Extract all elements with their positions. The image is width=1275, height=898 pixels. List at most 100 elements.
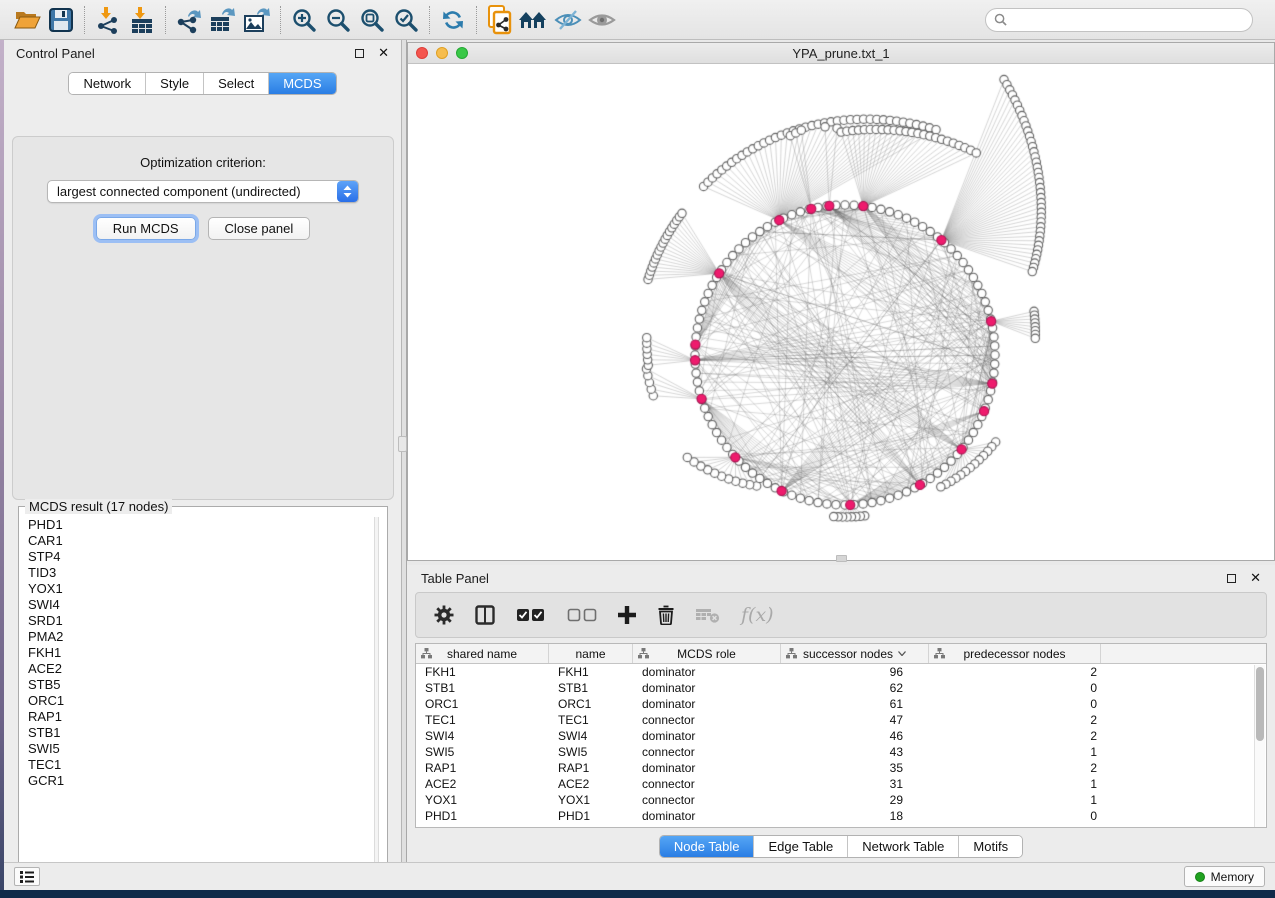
column-header-successor-nodes[interactable]: successor nodes (781, 644, 929, 663)
export-network-icon[interactable] (172, 4, 206, 36)
node-table: shared namenameMCDS rolesuccessor nodesp… (415, 643, 1267, 828)
cell: 96 (781, 664, 929, 680)
table-row-RAP1[interactable]: RAP1RAP1dominator352 (416, 760, 1266, 776)
mcds-result-item[interactable]: STB1 (21, 725, 371, 741)
tab-style[interactable]: Style (146, 73, 204, 94)
cell: 2 (929, 760, 1101, 776)
criterion-dropdown[interactable]: largest connected component (undirected) (47, 180, 359, 203)
run-mcds-button[interactable]: Run MCDS (96, 217, 196, 240)
result-list-scrollbar[interactable] (374, 517, 379, 874)
table-row-PHD1[interactable]: PHD1PHD1dominator180 (416, 808, 1266, 824)
zoom-fit-icon[interactable] (355, 4, 389, 36)
cell: SWI4 (549, 728, 633, 744)
table-row-ACE2[interactable]: ACE2ACE2connector311 (416, 776, 1266, 792)
mcds-result-item[interactable]: GCR1 (21, 773, 371, 789)
column-header-MCDS-role[interactable]: MCDS role (633, 644, 781, 663)
import-network-icon[interactable] (91, 4, 125, 36)
save-session-icon[interactable] (44, 4, 78, 36)
task-history-button[interactable] (14, 867, 40, 886)
close-panel-button[interactable]: Close panel (208, 217, 311, 240)
cell: 2 (929, 664, 1101, 680)
close-table-panel-icon[interactable]: ✕ (1250, 572, 1261, 585)
mcds-result-item[interactable]: PHD1 (21, 517, 371, 533)
tab-edge-table[interactable]: Edge Table (754, 836, 848, 857)
column-header-name[interactable]: name (549, 644, 633, 663)
table-row-STB1[interactable]: STB1STB1dominator620 (416, 680, 1266, 696)
houses-icon[interactable] (517, 4, 551, 36)
mcds-result-item[interactable]: FKH1 (21, 645, 371, 661)
show-column-panel-icon[interactable] (475, 605, 495, 625)
tab-network-table[interactable]: Network Table (848, 836, 959, 857)
cell: connector (633, 792, 781, 808)
column-header-shared-name[interactable]: shared name (416, 644, 549, 663)
export-image-icon[interactable] (240, 4, 274, 36)
mcds-result-item[interactable]: STB5 (21, 677, 371, 693)
new-network-from-selection-icon[interactable] (483, 4, 517, 36)
cell: connector (633, 712, 781, 728)
table-row-ORC1[interactable]: ORC1ORC1dominator610 (416, 696, 1266, 712)
cell: dominator (633, 760, 781, 776)
tab-node-table[interactable]: Node Table (660, 836, 755, 857)
column-header-filler (1101, 644, 1255, 663)
float-panel-icon[interactable] (355, 49, 364, 58)
tab-select[interactable]: Select (204, 73, 269, 94)
settings-gear-icon[interactable] (434, 605, 454, 625)
deselect-all-checkboxes-icon[interactable] (567, 608, 597, 622)
mcds-result-item[interactable]: ACE2 (21, 661, 371, 677)
tab-motifs[interactable]: Motifs (959, 836, 1022, 857)
mcds-result-item[interactable]: YOX1 (21, 581, 371, 597)
table-panel-tabs: Node TableEdge TableNetwork TableMotifs (659, 835, 1023, 858)
panel-split-handle[interactable] (398, 436, 407, 452)
table-row-TEC1[interactable]: TEC1TEC1connector472 (416, 712, 1266, 728)
cell: YOX1 (549, 792, 633, 808)
mcds-result-item[interactable]: TID3 (21, 565, 371, 581)
memory-label: Memory (1211, 870, 1254, 884)
cell: YOX1 (416, 792, 549, 808)
function-builder-icon-disabled: f(x) (741, 604, 774, 626)
tab-network[interactable]: Network (69, 73, 146, 94)
horizontal-split-handle[interactable] (836, 555, 847, 562)
table-row-SWI5[interactable]: SWI5SWI5connector431 (416, 744, 1266, 760)
close-panel-icon[interactable]: ✕ (378, 47, 389, 60)
network-canvas[interactable] (408, 64, 1274, 560)
mcds-result-item[interactable]: PMA2 (21, 629, 371, 645)
mcds-result-item[interactable]: RAP1 (21, 709, 371, 725)
table-scrollbar-thumb[interactable] (1256, 667, 1264, 741)
zoom-out-icon[interactable] (321, 4, 355, 36)
import-table-icon[interactable] (125, 4, 159, 36)
search-input[interactable] (1012, 13, 1244, 27)
cell: FKH1 (416, 664, 549, 680)
mcds-result-item[interactable]: ORC1 (21, 693, 371, 709)
mcds-result-item[interactable]: SWI5 (21, 741, 371, 757)
table-row-YOX1[interactable]: YOX1YOX1connector291 (416, 792, 1266, 808)
table-row-SWI4[interactable]: SWI4SWI4dominator462 (416, 728, 1266, 744)
zoom-in-icon[interactable] (287, 4, 321, 36)
search-field[interactable] (985, 8, 1253, 32)
cell: 43 (781, 744, 929, 760)
mcds-result-list[interactable]: PHD1CAR1STP4TID3YOX1SWI4SRD1PMA2FKH1ACE2… (21, 517, 371, 875)
dropdown-stepper-icon (337, 181, 358, 202)
mcds-result-item[interactable]: STP4 (21, 549, 371, 565)
delete-column-trash-icon[interactable] (657, 605, 675, 625)
column-header-predecessor-nodes[interactable]: predecessor nodes (929, 644, 1101, 663)
hide-details-eye-slash-icon[interactable] (551, 4, 585, 36)
cell: SWI4 (416, 728, 549, 744)
memory-button[interactable]: Memory (1184, 866, 1265, 887)
network-window-titlebar[interactable]: YPA_prune.txt_1 (408, 43, 1274, 64)
open-file-icon[interactable] (10, 4, 44, 36)
mcds-result-item[interactable]: SRD1 (21, 613, 371, 629)
tab-mcds[interactable]: MCDS (269, 73, 335, 94)
cell: STB1 (549, 680, 633, 696)
mcds-result-item[interactable]: SWI4 (21, 597, 371, 613)
mcds-result-item[interactable]: TEC1 (21, 757, 371, 773)
float-table-panel-icon[interactable] (1227, 574, 1236, 583)
export-table-icon[interactable] (206, 4, 240, 36)
refresh-view-icon[interactable] (436, 4, 470, 36)
mcds-result-item[interactable]: CAR1 (21, 533, 371, 549)
table-row-FKH1[interactable]: FKH1FKH1dominator962 (416, 664, 1266, 680)
select-all-checkboxes-icon[interactable] (516, 608, 546, 622)
table-scrollbar[interactable] (1254, 665, 1265, 828)
zoom-selected-icon[interactable] (389, 4, 423, 36)
show-details-eye-icon[interactable] (585, 4, 619, 36)
add-column-icon[interactable] (618, 606, 636, 624)
